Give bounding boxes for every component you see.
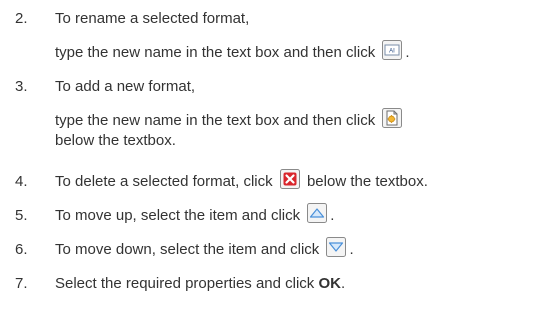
step-number: 7. bbox=[15, 275, 28, 292]
rename-icon: AI bbox=[382, 40, 403, 61]
step-text: To rename a selected format, bbox=[55, 10, 250, 27]
add-format-icon bbox=[382, 108, 403, 129]
delete-icon bbox=[279, 169, 300, 190]
move-up-icon bbox=[307, 203, 328, 224]
step-text: type the new name in the text box and th… bbox=[55, 44, 376, 61]
step-text-end: . bbox=[349, 241, 354, 258]
step-text-end: . bbox=[340, 275, 346, 292]
step-text-end: . bbox=[405, 44, 410, 61]
svg-text:AI: AI bbox=[390, 49, 396, 55]
step-text: To move up, select the item and click bbox=[55, 207, 301, 224]
step-number: 2. bbox=[15, 10, 28, 27]
instructions-page: { "steps": [ { "number": "2.", "line1": … bbox=[0, 0, 551, 311]
step-text-end: . bbox=[330, 207, 335, 224]
step-number: 4. bbox=[15, 173, 28, 190]
step-text: below the textbox. bbox=[306, 173, 428, 190]
step-number: 6. bbox=[15, 241, 28, 258]
step-text: To move down, select the item and click bbox=[55, 241, 320, 258]
ok-label: OK bbox=[318, 275, 341, 292]
step-text: To add a new format, bbox=[55, 78, 196, 95]
step-text: below the textbox. bbox=[55, 132, 176, 149]
step-text: Select the required properties and click bbox=[55, 275, 315, 292]
step-number: 5. bbox=[15, 207, 28, 224]
step-text: type the new name in the text box and th… bbox=[55, 112, 376, 129]
step-text: To delete a selected format, click bbox=[55, 173, 273, 190]
move-down-icon bbox=[326, 237, 347, 258]
step-number: 3. bbox=[15, 78, 28, 95]
